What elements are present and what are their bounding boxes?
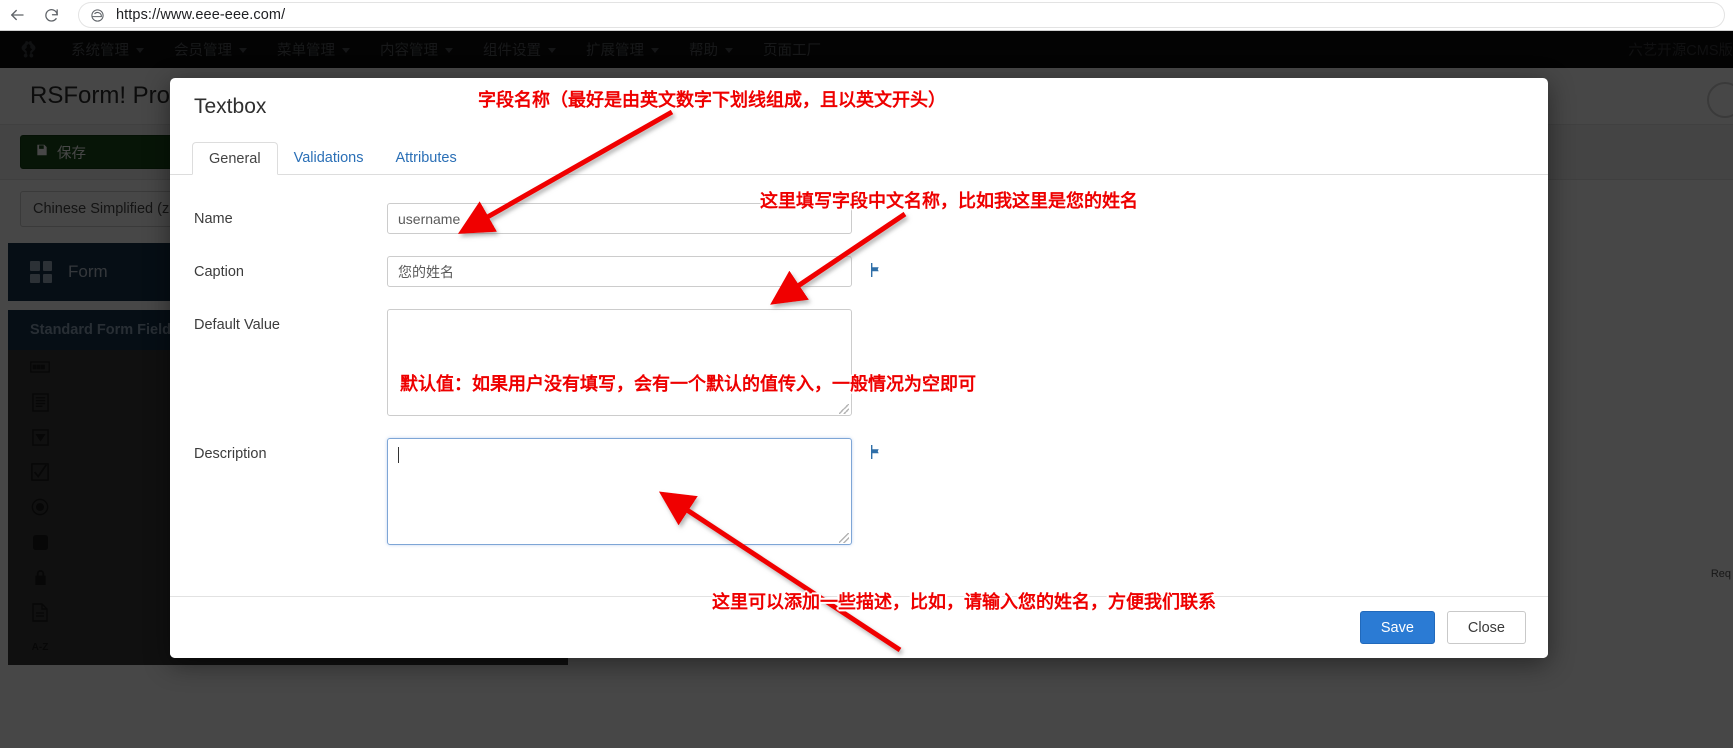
grid-icon xyxy=(30,261,52,283)
field-item-file-upload-label: File Upload xyxy=(64,604,138,620)
field-row-caption: Caption 您的姓名 xyxy=(182,256,1524,287)
field-item-password-label: Password xyxy=(64,569,128,585)
radio-icon xyxy=(28,497,52,517)
tab-general-label: General xyxy=(209,150,261,167)
screen: https://www.eee-eee.com/ 系统管理 会员管理 菜单管理 … xyxy=(0,0,1733,748)
chevron-down-icon xyxy=(548,48,556,53)
save-button-label: 保存 xyxy=(57,145,86,162)
modal-title: Textbox xyxy=(194,94,267,118)
flag-icon[interactable] xyxy=(868,262,886,283)
chevron-down-icon xyxy=(136,48,144,53)
az-icon: A-Z xyxy=(31,641,49,653)
reload-icon[interactable] xyxy=(34,0,68,31)
chevron-down-icon xyxy=(342,48,350,53)
nav-item-7[interactable]: 页面工厂 xyxy=(748,31,836,68)
lock-icon xyxy=(28,567,52,587)
tab-attributes[interactable]: Attributes xyxy=(379,141,472,174)
default-value-textarea[interactable] xyxy=(387,309,852,416)
text-cursor xyxy=(398,447,399,463)
tab-validations-label: Validations xyxy=(293,149,364,166)
page-title: RSForm! Pro xyxy=(30,82,171,109)
modal-tabs: General Validations Attributes xyxy=(170,135,1548,175)
nav-item-6-label: 帮助 xyxy=(689,43,718,59)
modal-close-label: Close xyxy=(1467,619,1505,636)
edge-icon xyxy=(90,8,105,23)
nav-item-2[interactable]: 菜单管理 xyxy=(262,31,365,68)
url-text: https://www.eee-eee.com/ xyxy=(116,7,286,23)
modal-save-button[interactable]: Save xyxy=(1359,611,1435,644)
field-item-textarea-label: Textarea xyxy=(64,394,120,410)
back-icon[interactable] xyxy=(0,0,34,31)
label-name: Name xyxy=(194,211,233,227)
nav-item-6[interactable]: 帮助 xyxy=(674,31,748,68)
field-item-checkbox-group-label: Checkbox Group xyxy=(64,464,173,480)
address-bar[interactable]: https://www.eee-eee.com/ xyxy=(78,2,1725,28)
nav-item-1-label: 会员管理 xyxy=(174,43,232,59)
field-row-description: Description xyxy=(182,438,1524,545)
site-brand: 六艺开源CMS版 xyxy=(1628,43,1733,59)
modal-close-button[interactable]: Close xyxy=(1446,611,1526,644)
field-item-radio-group-label: Radio Group xyxy=(64,499,147,515)
field-item-dropdown-label: Dropdown xyxy=(64,429,131,445)
admin-navbar: 系统管理 会员管理 菜单管理 内容管理 组件设置 扩展管理 帮助 页面工厂 六艺… xyxy=(0,31,1733,68)
textarea-icon xyxy=(28,392,52,412)
nav-item-2-label: 菜单管理 xyxy=(277,43,335,59)
resize-handle[interactable] xyxy=(839,404,849,414)
file-icon xyxy=(28,602,52,622)
name-input-value: username xyxy=(398,210,461,227)
nav-item-3[interactable]: 内容管理 xyxy=(365,31,468,68)
caption-input[interactable]: 您的姓名 xyxy=(387,256,852,287)
submit-icon xyxy=(28,532,52,552)
field-item-free-text-label: Free Text xyxy=(64,639,125,655)
nav-item-4[interactable]: 组件设置 xyxy=(468,31,571,68)
modal-save-label: Save xyxy=(1380,619,1414,636)
label-default-value: Default Value xyxy=(194,317,280,333)
field-row-default-value: Default Value xyxy=(182,309,1524,416)
right-stub-label: Req xyxy=(1710,568,1731,580)
label-caption: Caption xyxy=(194,264,244,280)
nav-item-1[interactable]: 会员管理 xyxy=(159,31,262,68)
browser-toolbar: https://www.eee-eee.com/ xyxy=(0,0,1733,748)
dropdown-icon xyxy=(28,427,52,447)
nav-item-5-label: 扩展管理 xyxy=(586,43,644,59)
checkbox-icon xyxy=(28,462,52,482)
nav-item-5[interactable]: 扩展管理 xyxy=(571,31,674,68)
textbox-icon xyxy=(28,357,52,377)
textbox-modal: Textbox General Validations Attributes N… xyxy=(170,78,1548,658)
annotation-2: 默认值：如果用户没有填写，会有一个默认的值传入，一般情况为空即可 xyxy=(400,374,976,394)
tab-general[interactable]: General xyxy=(192,142,278,175)
field-item-submit-button-label: Submit Button xyxy=(64,534,156,550)
chevron-down-icon xyxy=(725,48,733,53)
tab-validations[interactable]: Validations xyxy=(278,141,380,174)
nav-item-0[interactable]: 系统管理 xyxy=(56,31,159,68)
chevron-down-icon xyxy=(239,48,247,53)
flag-icon[interactable] xyxy=(868,444,886,465)
nav-item-0-label: 系统管理 xyxy=(71,43,129,59)
tab-attributes-label: Attributes xyxy=(395,149,457,166)
annotation-0: 字段名称（最好是由英文数字下划线组成，且以英文开头） xyxy=(478,90,946,110)
page-header-circle xyxy=(1707,82,1733,118)
joomla-logo[interactable] xyxy=(0,39,56,60)
resize-handle[interactable] xyxy=(839,533,849,543)
annotation-1: 这里填写字段中文名称，比如我这里是您的姓名 xyxy=(760,191,1138,211)
annotation-3: 这里可以添加一些描述，比如，请输入您的姓名，方便我们联系 xyxy=(712,592,1216,612)
field-item-textbox-label: Textbox xyxy=(64,359,114,375)
disk-icon xyxy=(35,143,49,161)
chevron-down-icon xyxy=(445,48,453,53)
caption-input-value: 您的姓名 xyxy=(398,263,454,280)
nav-item-7-label: 页面工厂 xyxy=(763,43,821,59)
chevron-down-icon xyxy=(651,48,659,53)
nav-item-3-label: 内容管理 xyxy=(380,43,438,59)
nav-item-4-label: 组件设置 xyxy=(483,43,541,59)
label-description: Description xyxy=(194,446,267,462)
form-tab-label: Form xyxy=(68,262,108,281)
description-textarea[interactable] xyxy=(387,438,852,545)
